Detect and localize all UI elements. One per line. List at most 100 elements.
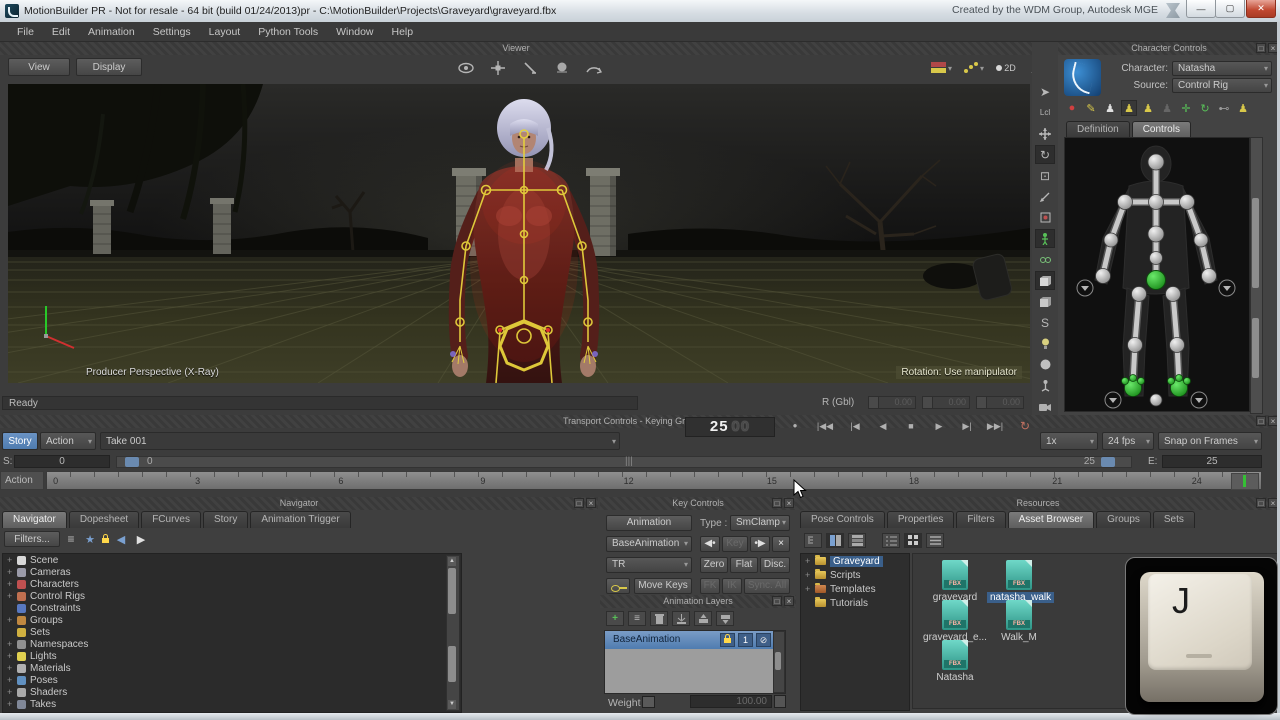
layer-down-icon[interactable] — [716, 611, 734, 626]
menu-edit[interactable]: Edit — [43, 23, 79, 41]
menu-animation[interactable]: Animation — [79, 23, 144, 41]
sphere-primitive-icon[interactable] — [1035, 355, 1055, 374]
mirror-icon[interactable]: ⊷ — [1216, 100, 1232, 116]
character-select-dropdown[interactable]: Natasha▾ — [1172, 61, 1272, 76]
tree-item-materials[interactable]: +Materials — [3, 662, 461, 674]
layer-up-icon[interactable] — [694, 611, 712, 626]
2d-display-icon[interactable]: 2D — [994, 57, 1016, 79]
asset-graveyard-e[interactable]: FBX graveyard_e... — [923, 600, 987, 643]
close-panel-icon[interactable]: × — [784, 498, 794, 508]
display-menu-button[interactable]: Display — [76, 58, 142, 76]
delete-layer-icon[interactable] — [650, 611, 668, 626]
character-thumbnail[interactable] — [1064, 59, 1101, 96]
flat-button[interactable]: Flat — [730, 557, 758, 573]
tree-item-lights[interactable]: +Lights — [3, 650, 461, 662]
tree-view-icon[interactable] — [804, 533, 822, 548]
full-body-icon[interactable]: ♟ — [1102, 100, 1118, 116]
previous-key-button[interactable]: |◀ — [842, 418, 868, 434]
tree-item-takes[interactable]: +Takes — [3, 698, 461, 710]
selection-mode-icon[interactable]: ♟ — [1140, 100, 1156, 116]
forward-icon[interactable]: ▶ — [133, 533, 149, 546]
tree-item-groups[interactable]: +Groups — [3, 614, 461, 626]
speed-dropdown[interactable]: 1x▾ — [1040, 432, 1098, 450]
previous-key-button[interactable]: ◀• — [700, 536, 720, 552]
minimize-button[interactable]: — — [1186, 0, 1216, 18]
dope-trail-icon[interactable]: ▾ — [962, 57, 984, 79]
fk-button[interactable]: FK — [700, 578, 720, 594]
tree-scrollbar[interactable]: ▲ ▼ — [446, 555, 460, 711]
local-axis-icon[interactable]: Lcl — [1035, 103, 1055, 122]
stop-button[interactable]: ■ — [898, 418, 924, 434]
zero-button[interactable]: Zero — [700, 557, 728, 573]
list-view-icon[interactable]: ≡ — [64, 532, 78, 546]
tree-item-cameras[interactable]: +Cameras — [3, 566, 461, 578]
take-dropdown[interactable]: Take 001▾ — [100, 432, 620, 450]
thumbnail-mode-icon[interactable] — [904, 533, 922, 548]
step-back-button[interactable]: ◀ — [870, 418, 896, 434]
menu-layout[interactable]: Layout — [200, 23, 250, 41]
rotation-x-field[interactable]: 0.00 — [868, 396, 916, 409]
asset-graveyard[interactable]: FBX graveyard — [923, 560, 987, 603]
interpolation-dropdown[interactable]: SmClamp▾ — [730, 515, 790, 531]
back-icon[interactable]: ◀ — [113, 533, 129, 546]
pen-tool-icon[interactable] — [1035, 187, 1055, 206]
tree-item-poses[interactable]: +Poses — [3, 674, 461, 686]
rotate-pin-icon[interactable]: ↻ — [1197, 100, 1213, 116]
layer-row-baseanimation[interactable]: BaseAnimation 1 ⊘ — [605, 631, 775, 649]
tab-filters[interactable]: Filters — [956, 511, 1005, 528]
rotation-y-field[interactable]: 0.00 — [922, 396, 970, 409]
tab-groups[interactable]: Groups — [1096, 511, 1151, 528]
ik-button[interactable]: IK — [722, 578, 742, 594]
marker-tool-icon[interactable] — [1035, 208, 1055, 227]
zoom-handle-left[interactable] — [125, 457, 139, 467]
maximize-button[interactable]: ▢ — [1215, 0, 1245, 18]
key-button[interactable]: Key — [722, 536, 748, 552]
zoom-handle-right[interactable] — [1101, 457, 1115, 467]
tab-definition[interactable]: Definition — [1066, 121, 1130, 138]
keying-group-icon[interactable]: ▾ — [930, 57, 952, 79]
filters-button[interactable]: Filters... — [4, 531, 60, 547]
skeleton-tool-icon[interactable] — [1035, 376, 1055, 395]
constraint-icon[interactable] — [1035, 250, 1055, 269]
tab-sets[interactable]: Sets — [1153, 511, 1195, 528]
tab-dopesheet[interactable]: Dopesheet — [69, 511, 139, 528]
tab-navigator[interactable]: Navigator — [2, 511, 67, 528]
story-button[interactable]: Story — [2, 432, 38, 450]
translate-pin-icon[interactable]: ✛ — [1178, 100, 1194, 116]
menu-file[interactable]: File — [8, 23, 43, 41]
arc-rotate-icon[interactable] — [583, 57, 605, 79]
cube-primitive-icon[interactable] — [1035, 271, 1055, 290]
lock-icon[interactable] — [102, 533, 109, 546]
next-key-button[interactable]: ▶| — [954, 418, 980, 434]
scale-tool-icon[interactable]: ⊡ — [1035, 166, 1055, 185]
key-tool-icon[interactable] — [606, 578, 630, 594]
animation-mode-button[interactable]: Animation — [606, 515, 692, 531]
rotate-tool-icon[interactable]: ↻ — [1035, 145, 1055, 164]
timeline-zoom-bar[interactable]: 0 ||| 25 — [116, 456, 1132, 468]
auxiliary-pivot-icon[interactable]: ✎ — [1083, 100, 1099, 116]
layer-dropdown[interactable]: BaseAnimation▾ — [606, 536, 692, 552]
menu-window[interactable]: Window — [327, 23, 382, 41]
delete-key-button[interactable]: × — [772, 536, 790, 552]
asset-natasha[interactable]: FBX Natasha — [923, 640, 987, 683]
float-panel-icon[interactable]: □ — [574, 498, 584, 508]
tree-item-constraints[interactable]: Constraints — [3, 602, 461, 614]
fps-dropdown[interactable]: 24 fps▾ — [1102, 432, 1154, 450]
play-button[interactable]: ▶ — [926, 418, 952, 434]
tree-item-control-rigs[interactable]: +Control Rigs — [3, 590, 461, 602]
stance-pose-icon[interactable]: ♟ — [1235, 100, 1251, 116]
start-frame-field[interactable]: 0 — [14, 455, 110, 468]
close-button[interactable]: ✕ — [1246, 0, 1276, 18]
duplicate-layer-icon[interactable]: ≡ — [628, 611, 646, 626]
tab-animation-trigger[interactable]: Animation Trigger — [250, 511, 350, 528]
discontinuity-button[interactable]: Disc. — [760, 557, 790, 573]
view-menu-button[interactable]: View — [8, 58, 70, 76]
sync-all-button[interactable]: Sync. All — [744, 578, 790, 594]
snap-dropdown[interactable]: Snap on Frames▾ — [1158, 432, 1262, 450]
tab-asset-browser[interactable]: Asset Browser — [1008, 511, 1094, 528]
light-icon[interactable] — [551, 57, 573, 79]
folder-tutorials[interactable]: Tutorials — [801, 596, 909, 610]
character-rig-view[interactable] — [1064, 137, 1250, 412]
float-panel-icon[interactable]: □ — [1256, 416, 1266, 426]
asset-natasha-walk[interactable]: FBX natasha_walk — [987, 560, 1051, 603]
